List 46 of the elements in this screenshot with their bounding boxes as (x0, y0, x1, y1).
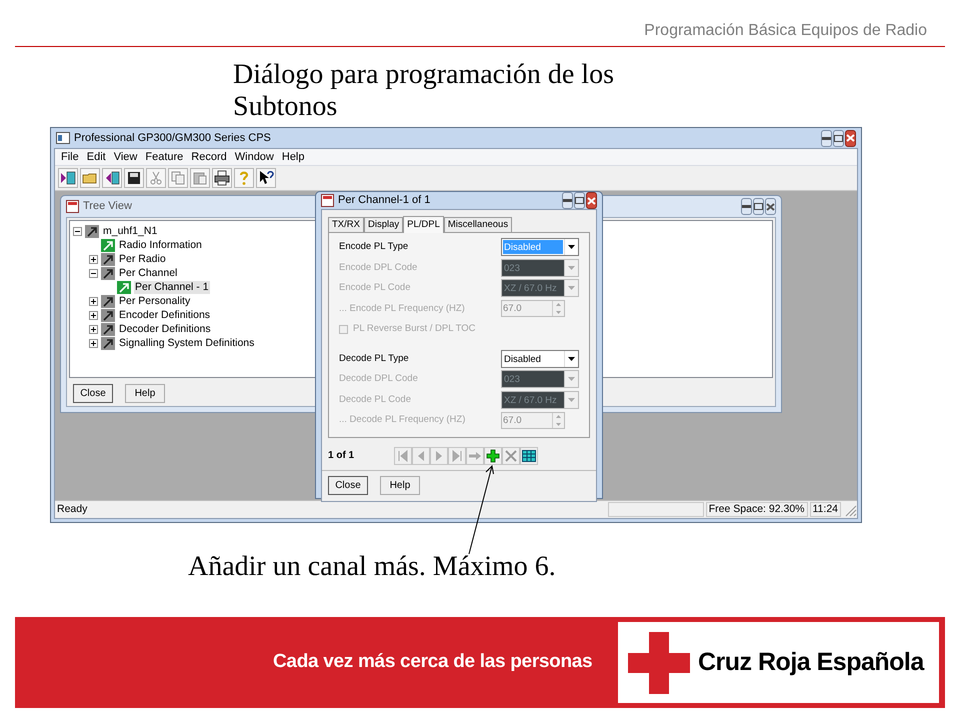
tab[interactable]: TX/RX (328, 217, 364, 232)
dialog-button[interactable]: Help (380, 476, 420, 495)
tree-item[interactable]: Decoder Definitions (118, 322, 212, 336)
tab[interactable]: Miscellaneous (444, 217, 512, 232)
field-label: ... Encode PL Frequency (HZ) (339, 302, 466, 316)
menu-item[interactable]: Record (187, 148, 231, 166)
menu-item[interactable]: File (57, 148, 83, 166)
tab[interactable]: Display (364, 217, 404, 232)
tree-item[interactable]: Radio Information (118, 238, 203, 252)
field-label: Decode PL Type (339, 352, 410, 366)
dialog-button[interactable]: Help (125, 384, 165, 402)
window-title: Per Channel-1 of 1 (338, 193, 432, 208)
field-label: Decode DPL Code (339, 372, 419, 386)
footer-slogan: Cada vez más cerca de las personas (273, 650, 594, 674)
tree-item[interactable]: Per Radio (118, 252, 167, 266)
field-label: ... Decode PL Frequency (HZ) (339, 413, 466, 428)
tab[interactable]: PL/DPL (403, 216, 444, 233)
field-label: Encode PL Code (339, 281, 412, 296)
menu-item[interactable]: Help (278, 148, 308, 166)
tree-item[interactable]: Per Channel (118, 266, 178, 280)
menu-item[interactable]: Window (230, 148, 278, 166)
slide-caption: Añadir un canal más. Máximo 6. (188, 551, 556, 583)
record-counter: 1 of 1 (328, 449, 356, 463)
menu-item[interactable]: Edit (82, 148, 110, 166)
status-time: 11:24 (810, 502, 841, 517)
tree-item[interactable]: m_uhf1_N1 (102, 224, 158, 238)
tree-item[interactable]: Encoder Definitions (118, 308, 212, 322)
dropdown[interactable]: Disabled (501, 350, 579, 368)
field-label: Encode DPL Code (339, 260, 418, 275)
tree-item[interactable]: Per Personality (118, 294, 192, 308)
dialog-button[interactable]: Close (328, 476, 368, 495)
status-text: Ready (56, 502, 88, 517)
slide-title: Diálogo para programación de los Subtonos (233, 59, 615, 123)
tree-item[interactable]: Per Channel - 1 (134, 280, 210, 294)
field-label: Encode PL Type (339, 240, 410, 254)
slide-header: Programación Básica Equipos de Radio (644, 21, 927, 41)
dialog-button[interactable]: Close (73, 384, 113, 402)
window-title: Professional GP300/GM300 Series CPS (74, 130, 272, 146)
menu-item[interactable]: View (110, 148, 142, 166)
checkbox-label: PL Reverse Burst / DPL TOC (353, 322, 476, 336)
field-label: Decode PL Code (339, 392, 412, 407)
menu-item[interactable]: Feature (141, 148, 188, 166)
brand-name: Cruz Roja Española (698, 646, 924, 678)
tree-item[interactable]: Signalling System Definitions (118, 336, 256, 350)
status-free-space: Free Space: 92.30% (706, 502, 808, 517)
window-title: Tree View (83, 199, 132, 214)
